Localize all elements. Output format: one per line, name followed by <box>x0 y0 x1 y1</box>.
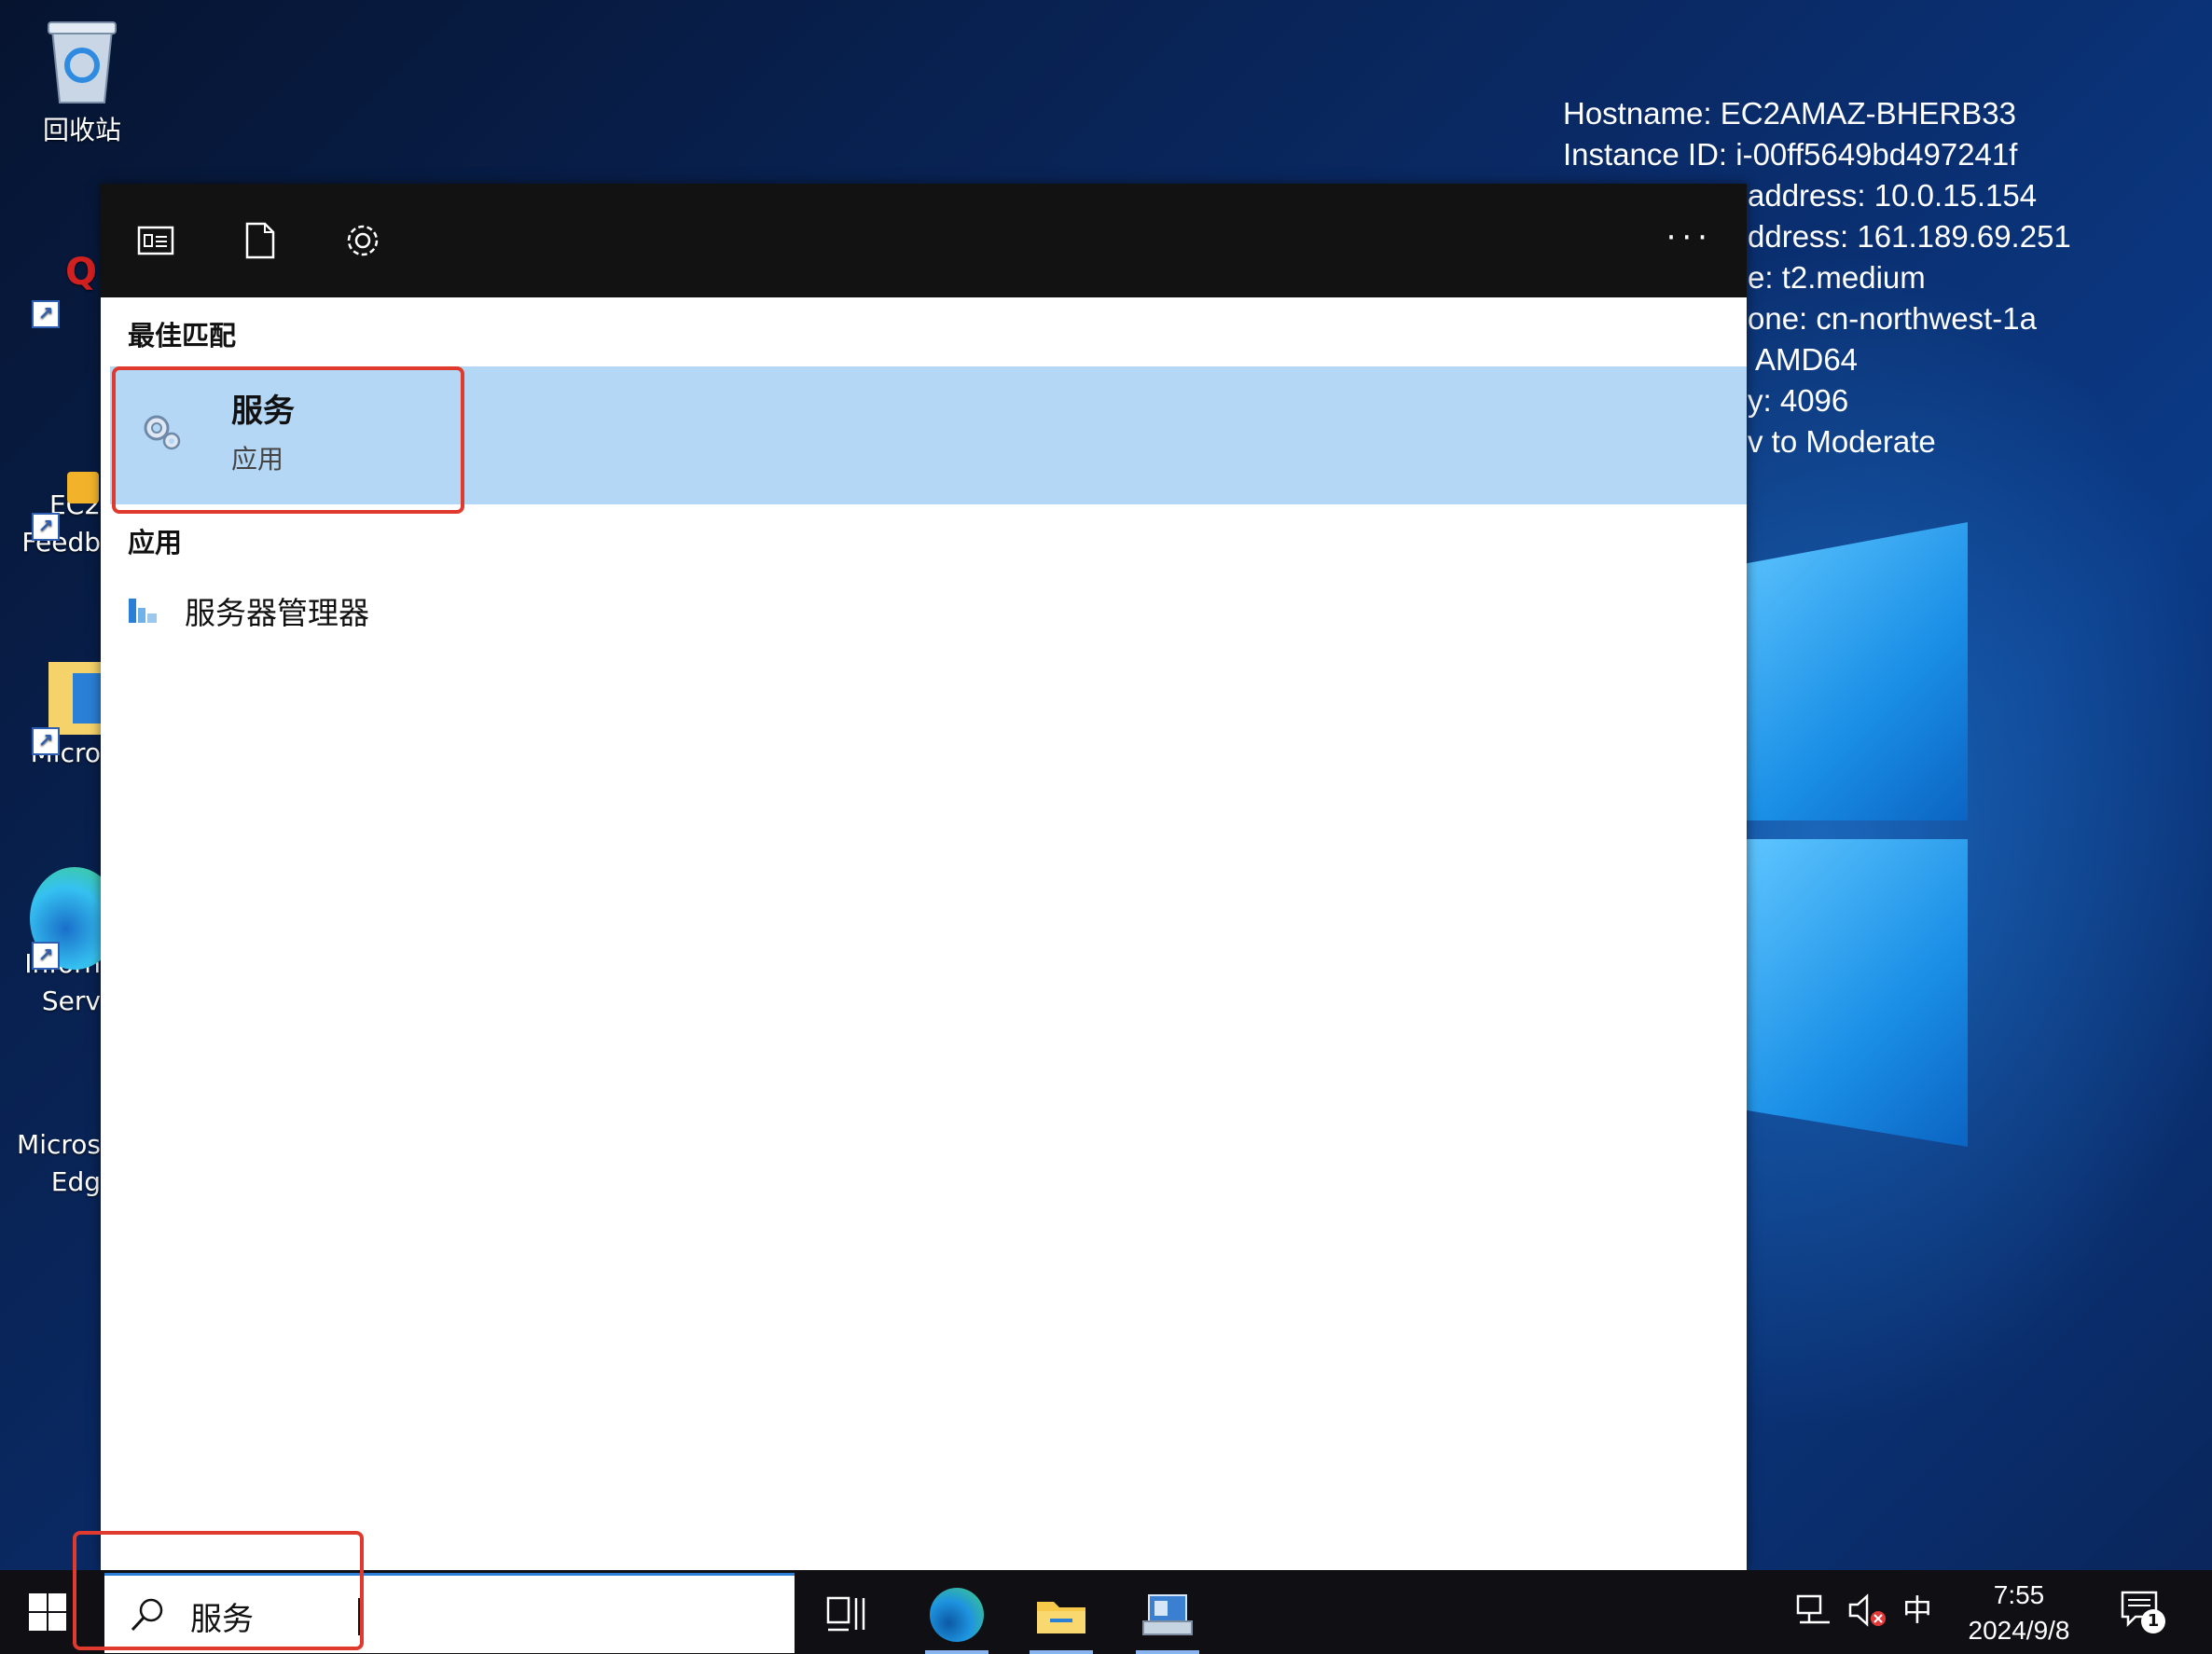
shortcut-arrow-icon: ↗ <box>32 300 60 328</box>
shortcut-arrow-icon: ↗ <box>32 727 60 755</box>
clock[interactable]: 7:55 2024/9/8 <box>1958 1578 2080 1648</box>
edge-icon <box>930 1588 984 1642</box>
recycle-bin-icon[interactable]: 回收站 <box>26 13 138 149</box>
taskbar-edge-button[interactable] <box>921 1581 992 1654</box>
search-panel-toolbar: ··· <box>101 184 1747 297</box>
ec2-feedback-icon: Q <box>65 251 98 294</box>
taskbar-file-explorer-button[interactable] <box>1026 1581 1097 1654</box>
folder-icon <box>1037 1602 1085 1633</box>
best-match-heading: 最佳匹配 <box>128 320 237 351</box>
desktop: Hostname: EC2AMAZ-BHERB33 Instance ID: i… <box>0 0 2212 1654</box>
server-manager-icon <box>129 599 157 623</box>
sysinfo-instance-id: Instance ID: i-00ff5649bd497241f <box>1563 137 2018 172</box>
app-item-label: 服务器管理器 <box>185 595 369 631</box>
search-box-highlight-annotation <box>73 1531 364 1650</box>
ime-indicator[interactable]: 中 <box>1902 1587 1932 1630</box>
recycle-bin-glyph-icon <box>48 21 117 103</box>
shortcut-arrow-icon: ↗ <box>32 942 60 970</box>
clock-date: 2024/9/8 <box>1968 1616 2070 1645</box>
taskbar-server-manager-button[interactable] <box>1132 1581 1203 1654</box>
settings-filter-icon[interactable] <box>341 219 384 262</box>
desktop-icon-microsoft-edge[interactable]: ↗ Micros Edg <box>9 867 119 1201</box>
start-search-panel: ··· 最佳匹配 服务 应用 应用 服务器管理器 <box>101 184 1747 1570</box>
more-options-button[interactable]: ··· <box>1666 219 1713 256</box>
clock-time: 7:55 <box>1993 1580 2045 1609</box>
server-manager-icon <box>1142 1594 1193 1635</box>
windows-start-icon <box>29 1593 66 1631</box>
task-view-button[interactable] <box>811 1581 882 1648</box>
network-icon[interactable] <box>1794 1591 1833 1633</box>
apps-filter-icon[interactable] <box>134 219 177 262</box>
recycle-bin-label: 回收站 <box>42 115 121 145</box>
volume-muted-icon[interactable] <box>1846 1591 1887 1633</box>
documents-filter-icon[interactable] <box>239 219 282 262</box>
best-match-highlight-annotation <box>112 366 464 514</box>
package-icon <box>67 472 99 503</box>
gear-icon <box>347 225 379 256</box>
task-view-icon <box>826 1596 865 1632</box>
windows-logo-pane-upper <box>1744 522 1968 820</box>
shortcut-arrow-icon: ↗ <box>32 513 60 541</box>
apps-heading: 应用 <box>128 527 183 558</box>
windows-logo-pane-lower <box>1744 839 1968 1147</box>
sysinfo-hostname: Hostname: EC2AMAZ-BHERB33 <box>1563 96 2016 131</box>
notification-count-badge: 1 <box>2141 1609 2165 1633</box>
start-button[interactable] <box>28 1592 67 1635</box>
apps-filter-glyph-icon <box>137 226 174 255</box>
document-icon <box>73 673 101 724</box>
document-glyph-icon <box>245 222 275 259</box>
action-center-button[interactable]: 1 <box>2119 1589 2165 1633</box>
app-item-server-manager[interactable]: 服务器管理器 <box>127 583 686 639</box>
desktop-icon-label: Micros Edg <box>17 1129 101 1197</box>
